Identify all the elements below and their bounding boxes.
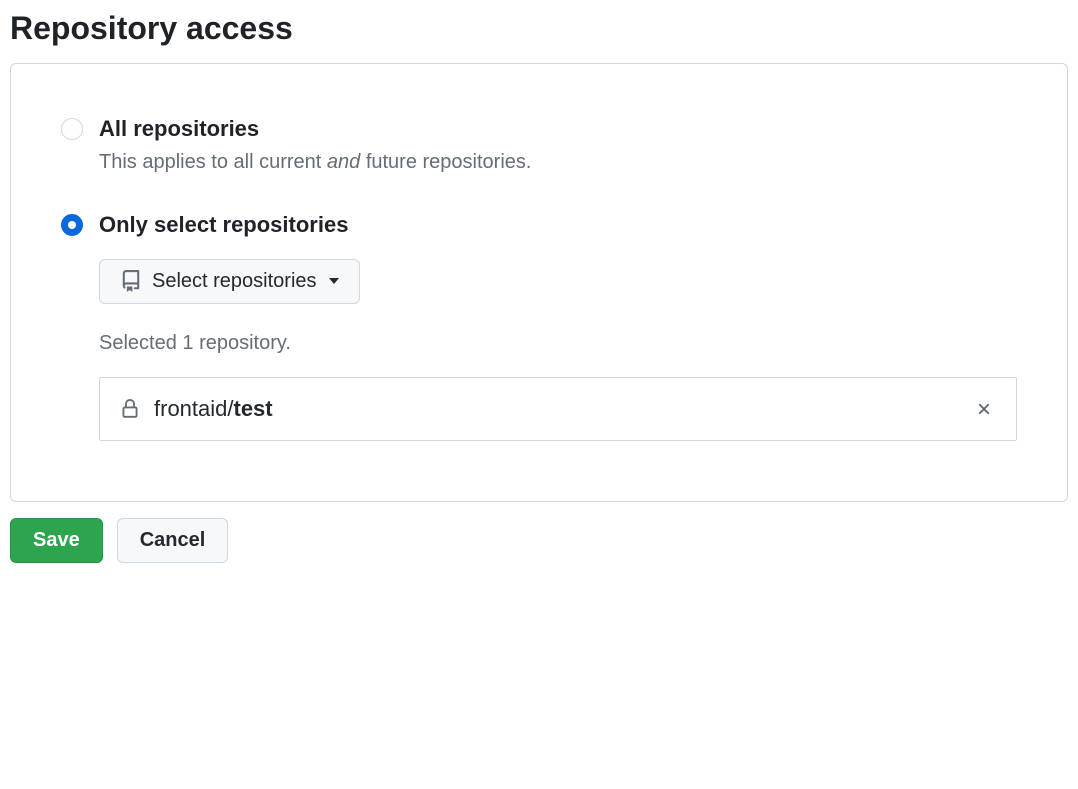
repo-icon [120,270,142,292]
action-buttons: Save Cancel [10,518,1068,563]
save-button[interactable]: Save [10,518,103,563]
repo-slug: test [234,396,273,421]
radio-all-content: All repositories This applies to all cur… [99,114,1017,174]
radio-option-select: Only select repositories Select reposito… [61,210,1017,441]
repo-owner: frontaid/ [154,396,234,421]
close-icon [975,400,993,418]
desc-em: and [327,151,360,173]
page-title: Repository access [10,10,1068,47]
caret-down-icon [329,278,339,284]
repo-item: frontaid/test [99,377,1017,441]
select-repos-label: Select repositories [152,270,317,293]
lock-icon [120,399,140,419]
select-repositories-button[interactable]: Select repositories [99,259,360,304]
desc-prefix: This applies to all current [99,151,327,173]
remove-repo-button[interactable] [972,397,996,421]
radio-all-repositories[interactable] [61,118,83,140]
selected-repo-list: frontaid/test [99,377,1017,441]
repo-name: frontaid/test [154,396,972,422]
radio-all-label: All repositories [99,114,1017,145]
radio-select-content: Only select repositories Select reposito… [99,210,1017,441]
radio-all-description: This applies to all current and future r… [99,151,1017,174]
repository-access-panel: All repositories This applies to all cur… [10,63,1068,502]
selected-count-text: Selected 1 repository. [99,332,1017,355]
radio-option-all: All repositories This applies to all cur… [61,114,1017,174]
radio-select-label: Only select repositories [99,210,1017,241]
radio-only-select-repositories[interactable] [61,214,83,236]
desc-suffix: future repositories. [360,151,531,173]
cancel-button[interactable]: Cancel [117,518,229,563]
